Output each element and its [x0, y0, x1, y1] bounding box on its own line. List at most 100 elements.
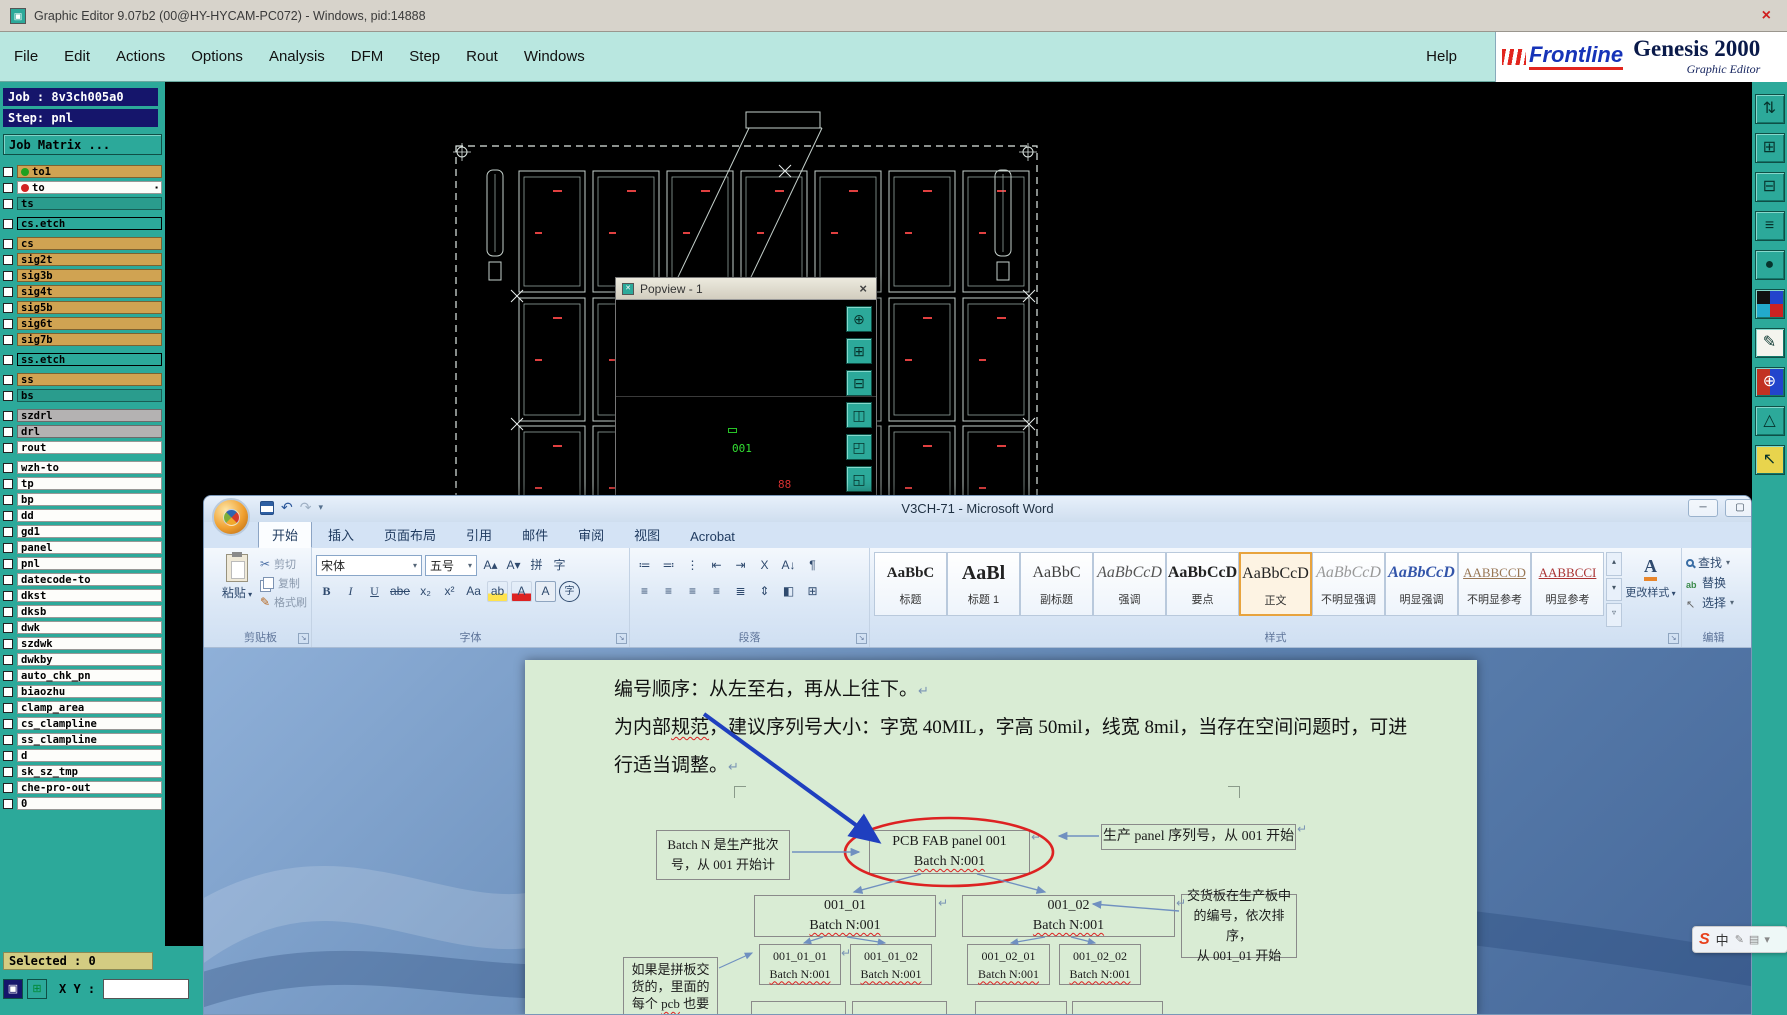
paste-button[interactable]: 粘贴: [214, 552, 260, 627]
layer-checkbox[interactable]: [3, 686, 13, 697]
layer-row[interactable]: auto_chk_pn: [3, 669, 162, 682]
layer-row[interactable]: sig3b: [3, 269, 162, 282]
layer-row[interactable]: dksb: [3, 605, 162, 618]
popview-tool-button[interactable]: ⊟: [846, 370, 872, 396]
style-item[interactable]: AABBCCI 明显参考: [1531, 552, 1604, 616]
layer-checkbox[interactable]: [3, 182, 13, 193]
menu-item[interactable]: Step: [409, 48, 440, 65]
styles-dialog-launcher-icon[interactable]: [1668, 633, 1679, 644]
ge-close-icon[interactable]: ×: [1756, 7, 1777, 25]
layer-row[interactable]: sig5b: [3, 301, 162, 314]
layer-row[interactable]: ss: [3, 373, 162, 386]
layer-row[interactable]: ss.etch: [3, 353, 162, 366]
layer-row[interactable]: sig6t: [3, 317, 162, 330]
menu-item[interactable]: Windows: [524, 48, 585, 65]
popview-tool-button[interactable]: ⊞: [846, 338, 872, 364]
layer-row[interactable]: biaozhu: [3, 685, 162, 698]
layer-checkbox[interactable]: [3, 622, 13, 633]
select-button[interactable]: 选择▾: [1686, 594, 1741, 611]
ribbon-tab[interactable]: 审阅: [564, 520, 618, 548]
layer-checkbox[interactable]: [3, 718, 13, 729]
job-matrix-button[interactable]: Job Matrix ...: [3, 134, 162, 155]
popview-tool-button[interactable]: ◫: [846, 402, 872, 428]
popview-titlebar[interactable]: ✕ Popview - 1 ×: [616, 278, 876, 300]
layer-checkbox[interactable]: [3, 198, 13, 209]
popview-content[interactable]: 001 88 ⊕ ⊞ ⊟ ◫ ◰ ◱: [616, 300, 876, 499]
layer-row[interactable]: ss_clampline: [3, 733, 162, 746]
ime-mode-label[interactable]: 中: [1716, 930, 1729, 949]
layer-row[interactable]: szdwk: [3, 637, 162, 650]
layer-row[interactable]: sk_sz_tmp: [3, 765, 162, 778]
font-format-button[interactable]: abe: [388, 581, 412, 602]
paragraph-tool-button[interactable]: ¶: [802, 555, 823, 576]
font-tool-button[interactable]: A▴: [480, 555, 501, 576]
font-name-select[interactable]: 宋体: [316, 554, 422, 576]
layer-checkbox[interactable]: [3, 654, 13, 665]
prism-icon[interactable]: △: [1754, 406, 1785, 436]
ribbon-tab[interactable]: 插入: [314, 520, 368, 548]
panel-in-icon[interactable]: ⊞: [1754, 133, 1785, 163]
layer-checkbox[interactable]: [3, 286, 13, 297]
layer-checkbox[interactable]: [3, 702, 13, 713]
font-format-button[interactable]: x₂: [415, 581, 436, 602]
layer-checkbox[interactable]: [3, 270, 13, 281]
cursor-icon[interactable]: ↖: [1754, 445, 1785, 475]
paragraph-align-button[interactable]: ≡: [634, 581, 655, 602]
ribbon-tab[interactable]: 邮件: [508, 520, 562, 548]
style-item[interactable]: AaBbC 副标题: [1020, 552, 1093, 616]
copy-button[interactable]: 复制: [260, 575, 307, 591]
layer-row[interactable]: dwk: [3, 621, 162, 634]
styles-scroll-button[interactable]: ▿: [1606, 603, 1623, 628]
ime-tool-icon[interactable]: ▾: [1764, 933, 1770, 946]
paragraph-dialog-launcher-icon[interactable]: [856, 633, 867, 644]
menu-item[interactable]: Edit: [64, 48, 90, 65]
layer-checkbox[interactable]: [3, 218, 13, 229]
paragraph-tool-button[interactable]: ≔: [634, 555, 655, 576]
undo-icon[interactable]: ↶: [281, 499, 293, 516]
font-tool-button[interactable]: A▾: [503, 555, 524, 576]
save-icon[interactable]: [260, 500, 274, 515]
layer-checkbox[interactable]: [3, 254, 13, 265]
panel-out-icon[interactable]: ⊟: [1754, 172, 1785, 202]
layer-checkbox[interactable]: [3, 354, 13, 365]
layer-row[interactable]: drl: [3, 425, 162, 438]
layer-checkbox[interactable]: [3, 318, 13, 329]
layer-checkbox[interactable]: [3, 494, 13, 505]
font-format-button[interactable]: U: [364, 581, 385, 602]
office-button[interactable]: [212, 498, 250, 536]
layer-row[interactable]: cs: [3, 237, 162, 250]
layer-checkbox[interactable]: [3, 426, 13, 437]
layer-checkbox[interactable]: [3, 334, 13, 345]
paragraph-align-button[interactable]: ⇕: [754, 581, 775, 602]
font-format-button[interactable]: 字: [559, 580, 581, 602]
layer-checkbox[interactable]: [3, 302, 13, 313]
layer-list-icon[interactable]: ≡: [1754, 211, 1785, 241]
styles-scroll-button[interactable]: ▾: [1606, 577, 1623, 602]
paragraph-tool-button[interactable]: ≕: [658, 555, 679, 576]
style-item[interactable]: AaBl 标题 1: [947, 552, 1020, 616]
popview-close-icon[interactable]: ×: [856, 281, 870, 296]
layer-checkbox[interactable]: [3, 734, 13, 745]
ribbon-tab[interactable]: 视图: [620, 520, 674, 548]
font-tool-button[interactable]: 字: [549, 555, 570, 576]
menu-item[interactable]: Options: [191, 48, 243, 65]
font-dialog-launcher-icon[interactable]: [616, 633, 627, 644]
menu-item[interactable]: Rout: [466, 48, 498, 65]
layer-row[interactable]: cs_clampline: [3, 717, 162, 730]
font-format-button[interactable]: B: [316, 581, 337, 602]
layer-row[interactable]: gd1: [3, 525, 162, 538]
style-item[interactable]: AaBbCcD 正文: [1239, 552, 1312, 616]
ribbon-tab[interactable]: 页面布局: [370, 520, 450, 548]
style-item[interactable]: AaBbCcD 明显强调: [1385, 552, 1458, 616]
clipboard-dialog-launcher-icon[interactable]: [298, 633, 309, 644]
layer-row[interactable]: pnl: [3, 557, 162, 570]
find-button[interactable]: 查找 ▾: [1686, 554, 1741, 571]
layer-row[interactable]: dd: [3, 509, 162, 522]
layer-checkbox[interactable]: [3, 410, 13, 421]
layer-row[interactable]: dwkby: [3, 653, 162, 666]
draw-icon[interactable]: ✎: [1754, 328, 1785, 358]
layer-checkbox[interactable]: [3, 238, 13, 249]
layer-row[interactable]: 0: [3, 797, 162, 810]
style-item[interactable]: AaBbCcD 强调: [1093, 552, 1166, 616]
layer-checkbox[interactable]: [3, 638, 13, 649]
